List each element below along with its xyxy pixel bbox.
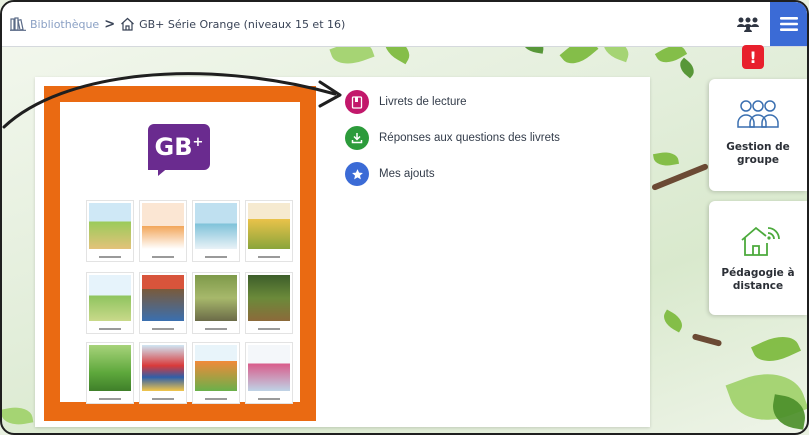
annotation-arrow <box>2 72 342 129</box>
app-window: Bibliothèque > GB+ Série Orange (niveaux… <box>0 0 809 435</box>
